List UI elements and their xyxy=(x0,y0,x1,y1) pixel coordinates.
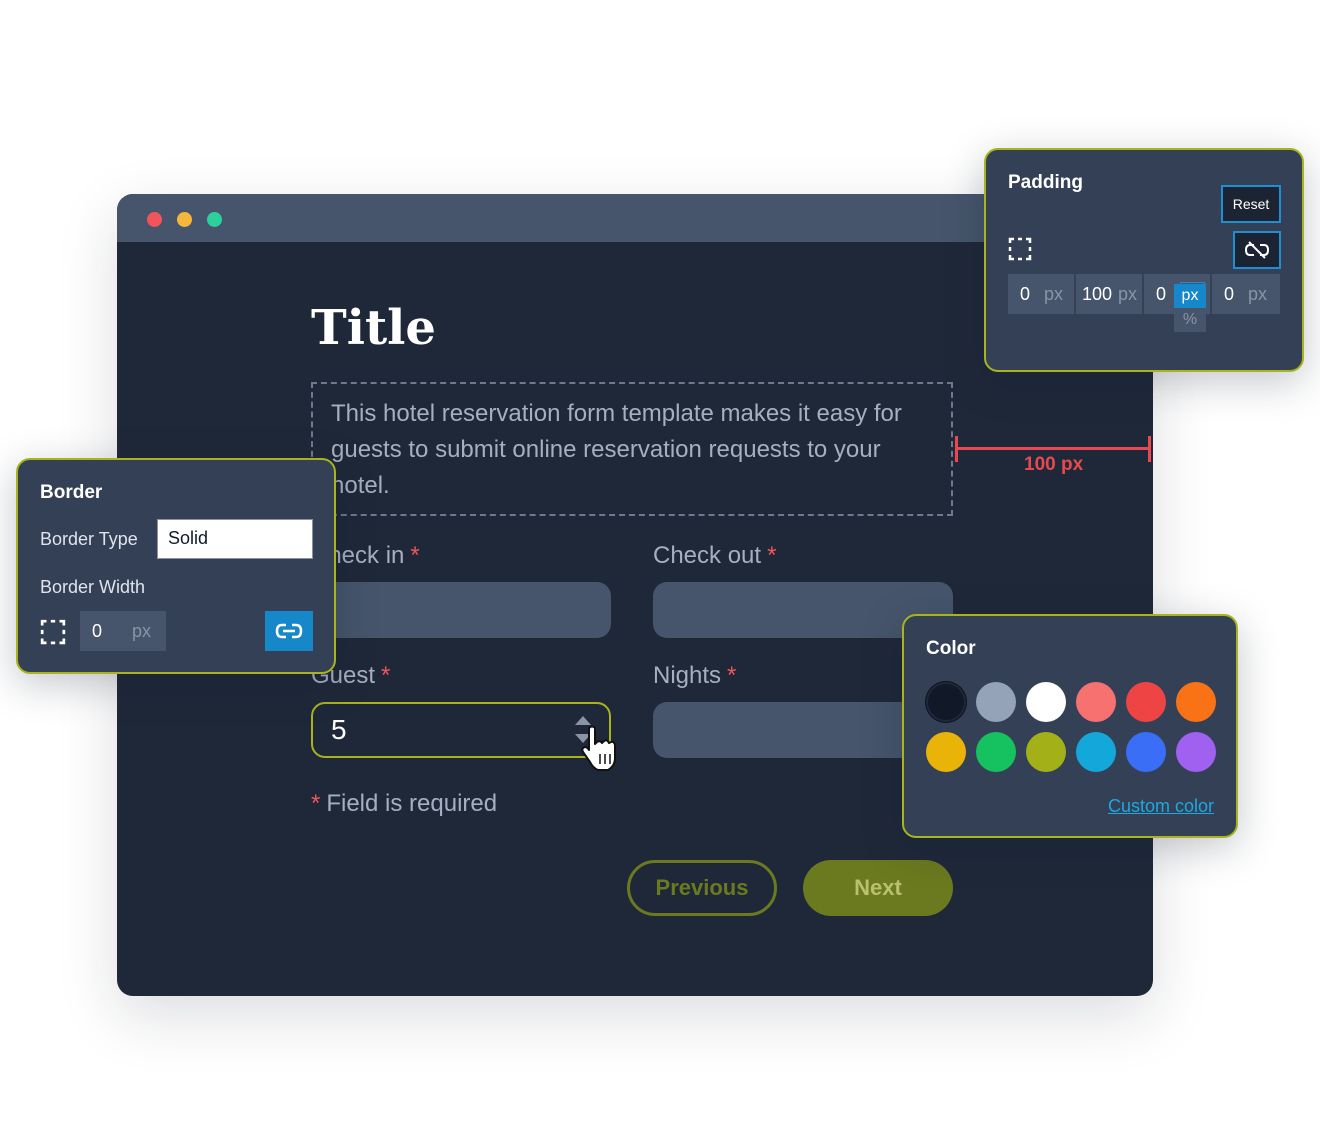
padding-sides-icon xyxy=(1008,237,1032,261)
color-swatch[interactable] xyxy=(1176,732,1216,772)
color-panel-title: Color xyxy=(926,638,976,659)
padding-top-field[interactable]: 0 px xyxy=(1008,274,1074,314)
unlink-values-button[interactable] xyxy=(1233,231,1281,269)
unit-option-px[interactable]: px xyxy=(1174,284,1206,308)
check-out-label: Check out * xyxy=(653,542,777,569)
nights-label: Nights * xyxy=(653,662,737,689)
color-panel: Color Custom color xyxy=(902,614,1238,838)
form-description-box[interactable]: This hotel reservation form template mak… xyxy=(311,382,953,516)
guest-value: 5 xyxy=(331,714,347,745)
border-panel: Border Border Type Solid Border Width 0 … xyxy=(16,458,336,674)
padding-left-field[interactable]: 0 px xyxy=(1212,274,1280,314)
color-swatch[interactable] xyxy=(926,682,966,722)
guest-number-input[interactable]: 5 xyxy=(311,702,611,758)
padding-panel-title: Padding xyxy=(1008,172,1083,193)
unit-dropdown: px % xyxy=(1174,284,1206,332)
color-swatch[interactable] xyxy=(1026,682,1066,722)
custom-color-link[interactable]: Custom color xyxy=(1108,796,1214,817)
hand-pointer-cursor-icon xyxy=(581,725,616,771)
form-title: Title xyxy=(311,300,436,356)
color-swatch[interactable] xyxy=(1076,682,1116,722)
maximize-window-dot[interactable] xyxy=(207,212,222,227)
color-swatch[interactable] xyxy=(1026,732,1066,772)
next-button[interactable]: Next xyxy=(803,860,953,916)
padding-right-field[interactable]: 100 px xyxy=(1076,274,1142,314)
border-type-label: Border Type xyxy=(40,529,138,549)
unit-option-percent[interactable]: % xyxy=(1174,308,1206,332)
link-icon xyxy=(275,623,303,639)
minimize-window-dot[interactable] xyxy=(177,212,192,227)
color-swatch[interactable] xyxy=(1126,682,1166,722)
reset-button[interactable]: Reset xyxy=(1221,185,1281,223)
color-swatch[interactable] xyxy=(926,732,966,772)
form-description: This hotel reservation form template mak… xyxy=(331,400,902,499)
color-swatch[interactable] xyxy=(1076,732,1116,772)
previous-button[interactable]: Previous xyxy=(627,860,777,916)
color-swatch[interactable] xyxy=(976,732,1016,772)
padding-panel: Padding Reset 0 px 100 px 0 px 0 px px % xyxy=(984,148,1304,372)
color-swatch[interactable] xyxy=(1176,682,1216,722)
close-window-dot[interactable] xyxy=(147,212,162,227)
border-type-select[interactable]: Solid xyxy=(157,519,313,559)
required-note: * Field is required xyxy=(311,790,498,817)
border-width-label: Border Width xyxy=(40,577,146,597)
check-in-input[interactable] xyxy=(311,582,611,638)
link-values-button[interactable] xyxy=(265,611,313,651)
padding-measure-label: 100 px xyxy=(1024,454,1084,475)
color-swatch[interactable] xyxy=(1126,732,1166,772)
unlink-icon xyxy=(1244,241,1270,259)
border-width-field[interactable]: 0 px xyxy=(80,611,166,651)
border-sides-icon xyxy=(40,619,66,645)
border-panel-title: Border xyxy=(40,482,103,503)
color-swatch[interactable] xyxy=(976,682,1016,722)
